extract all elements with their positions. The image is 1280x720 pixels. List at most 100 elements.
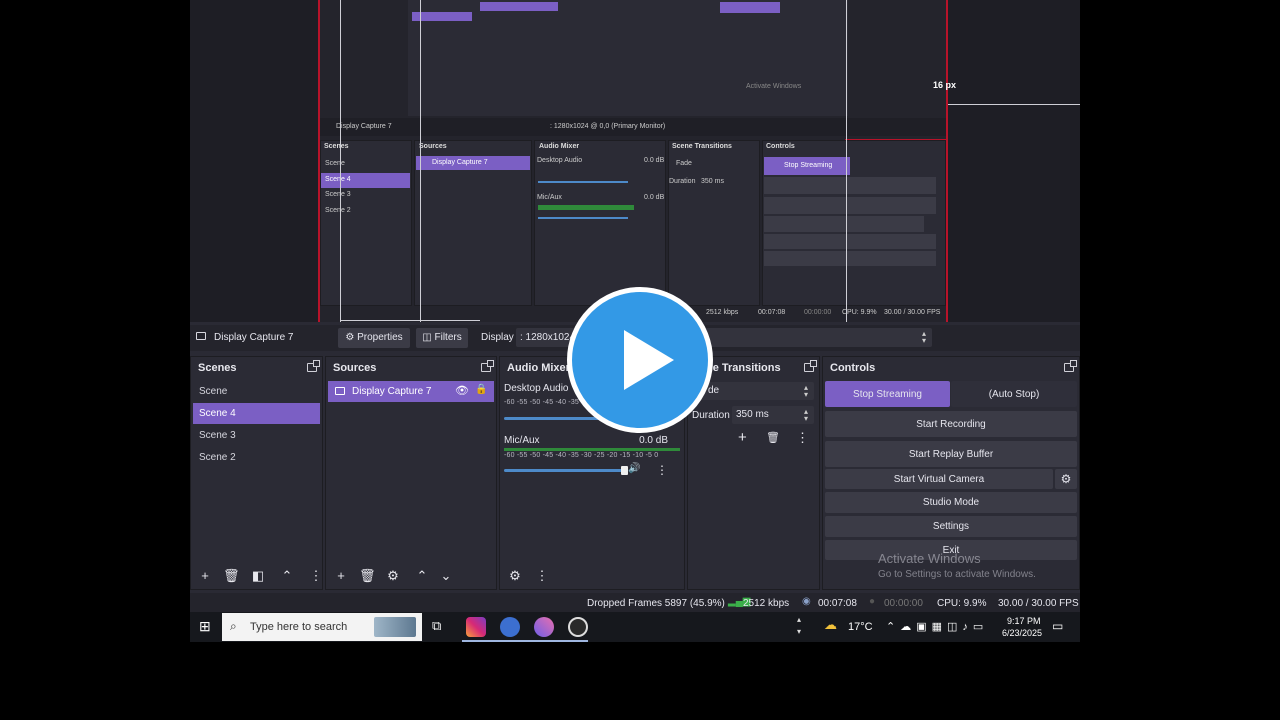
nested-stats-fps: 30.00 / 30.00 FPS (884, 309, 941, 316)
mic-aux-db: 0.0 dB (639, 435, 668, 446)
more-icon[interactable]: ⋮ (309, 569, 323, 583)
mic-aux-label: Mic/Aux (504, 435, 540, 446)
app-icon[interactable] (500, 617, 520, 637)
mic-level-meter (504, 448, 680, 451)
move-up-icon[interactable]: ⌃ (280, 569, 294, 583)
auto-stop-button[interactable]: (Auto Stop) (951, 381, 1077, 407)
undock-icon[interactable] (1064, 360, 1077, 372)
nested-duration: 350 ms (701, 178, 724, 185)
mic-more-icon[interactable]: ⋮ (656, 463, 668, 477)
weather-icon[interactable]: ☁ (824, 617, 837, 633)
scene-transitions-panel: ne Transitions de ▴ ▾ Duration 350 ms ▴ ▾ … (687, 356, 820, 590)
select-arrows-icon: ▴ ▾ (921, 329, 926, 345)
task-view-icon[interactable]: ⧉ (432, 618, 441, 634)
notification-icon[interactable]: ▭ (1052, 619, 1063, 633)
lock-icon[interactable]: 🔒 (475, 384, 487, 395)
start-recording-button[interactable]: Start Recording (825, 411, 1077, 437)
nested-display-value: : 1280x1024 @ 0,0 (Primary Monitor) (550, 123, 666, 130)
scene-item-scene-3[interactable]: Scene 3 (193, 425, 320, 446)
scene-filter-icon[interactable]: ◧ (251, 569, 265, 583)
remove-transition-icon[interactable]: 🗑 (766, 431, 780, 444)
instagram-icon[interactable] (466, 617, 486, 637)
nested-stats-kbps: 2512 kbps (706, 309, 739, 316)
source-item-display-capture[interactable]: Display Capture 7 👁 🔒 (328, 381, 494, 402)
bitrate-text: 2512 kbps (743, 598, 790, 609)
video-frame: Activate Windows Display Capture 7 : 128… (0, 0, 1280, 720)
start-replay-buffer-button[interactable]: Start Replay Buffer (825, 441, 1077, 467)
active-app-underline (462, 640, 588, 642)
controls-title: Controls (830, 362, 876, 374)
move-down-icon[interactable]: ⌄ (439, 569, 453, 583)
start-virtual-camera-button[interactable]: Start Virtual Camera (825, 469, 1053, 489)
messenger-icon[interactable] (534, 617, 554, 637)
select-arrows-icon: ▴ ▾ (803, 383, 808, 399)
undock-icon[interactable] (307, 360, 320, 372)
windows-start-icon[interactable]: ⊞ (199, 618, 211, 635)
scene-item-scene-2[interactable]: Scene 2 (193, 447, 320, 468)
filters-label: Filters (434, 332, 462, 343)
nested-scene-2: Scene 3 (325, 191, 351, 198)
activate-windows-title: Activate Windows (878, 551, 981, 566)
nested-stats-cpu: CPU: 9.9% (842, 309, 877, 316)
dimension-label: 16 px (933, 80, 957, 90)
source-title: Display Capture 7 (214, 332, 294, 343)
nested-mic-audio: Mic/Aux (537, 194, 562, 201)
scene-item-scene-4[interactable]: Scene 4 (193, 403, 320, 424)
play-button-icon[interactable] (567, 287, 713, 433)
add-scene-icon[interactable]: + (198, 569, 212, 583)
nested-audio-panel (534, 140, 666, 306)
nested-duration-label: Duration (669, 178, 696, 185)
remove-source-icon[interactable]: 🗑 (359, 569, 376, 583)
studio-mode-button[interactable]: Studio Mode (825, 492, 1077, 513)
transition-select-value: de (708, 385, 720, 396)
add-source-icon[interactable]: + (334, 569, 348, 583)
virtual-camera-settings-icon[interactable]: ⚙ (1055, 469, 1077, 489)
speaker-icon[interactable]: 🔊 (628, 463, 640, 474)
nested-scenes-title: Scenes (324, 143, 349, 150)
deep-nested-watermark: Activate Windows (746, 83, 802, 90)
mic-aux-slider[interactable] (504, 469, 624, 472)
sources-panel: Sources Display Capture 7 👁 🔒 + 🗑 ⚙ ⌃ ⌄ (325, 356, 497, 590)
more-icon[interactable]: ⋮ (535, 569, 549, 583)
audio-settings-icon[interactable]: ⚙ (508, 569, 522, 583)
temperature-text: 17°C (848, 621, 873, 633)
guide-line-h1 (948, 104, 1080, 105)
taskbar-search-box[interactable]: ⌕ Type here to search (222, 613, 422, 641)
search-placeholder: Type here to search (250, 621, 348, 633)
nested-scene-1: Scene 4 (325, 176, 351, 183)
scene-item-scene[interactable]: Scene (193, 381, 320, 402)
mic-aux-knob[interactable] (621, 466, 628, 475)
gear-icon: ⚙ (345, 332, 355, 343)
remove-scene-icon[interactable]: 🗑 (223, 569, 240, 583)
add-transition-icon[interactable]: + (738, 429, 747, 446)
duration-label: Duration (692, 410, 730, 421)
nested-scene-3: Scene 2 (325, 207, 351, 214)
source-settings-icon[interactable]: ⚙ (386, 569, 400, 583)
deep-nested-stop-streaming (720, 2, 780, 13)
filters-button[interactable]: ◫ Filters (416, 328, 468, 348)
obs-icon[interactable] (568, 617, 588, 637)
settings-button[interactable]: Settings (825, 516, 1077, 537)
nested-sources-title: Sources (419, 143, 447, 150)
deep-nested-scene-selected (412, 12, 472, 21)
guide-line-h2 (340, 320, 480, 321)
nested-desktop-slider (538, 181, 628, 183)
stop-streaming-button[interactable]: Stop Streaming (825, 381, 950, 407)
duration-spinbox[interactable]: 350 ms ▴ ▾ (732, 406, 814, 424)
deep-nested-source (480, 2, 558, 11)
tray-icons[interactable]: ⌃☁▣▦◫♪▭ (886, 620, 988, 633)
nested-stop-label: Stop Streaming (784, 162, 833, 169)
eye-icon[interactable]: 👁 (455, 384, 469, 397)
transition-select[interactable]: de ▴ ▾ (692, 382, 814, 400)
nested-desktop-audio: Desktop Audio (537, 157, 583, 164)
scroll-arrows-icon[interactable]: ▴ ▾ (797, 614, 801, 638)
properties-label: Properties (357, 332, 403, 343)
transition-more-icon[interactable]: ⋮ (796, 430, 809, 446)
nested-transitions-title: Scene Transitions (672, 143, 732, 150)
spin-arrows-icon: ▴ ▾ (803, 407, 808, 423)
move-up-icon[interactable]: ⌃ (415, 569, 429, 583)
undock-icon[interactable] (481, 360, 494, 372)
undock-icon[interactable] (804, 360, 817, 372)
nested-start-replay (764, 197, 936, 214)
properties-button[interactable]: ⚙ Properties (338, 328, 410, 348)
